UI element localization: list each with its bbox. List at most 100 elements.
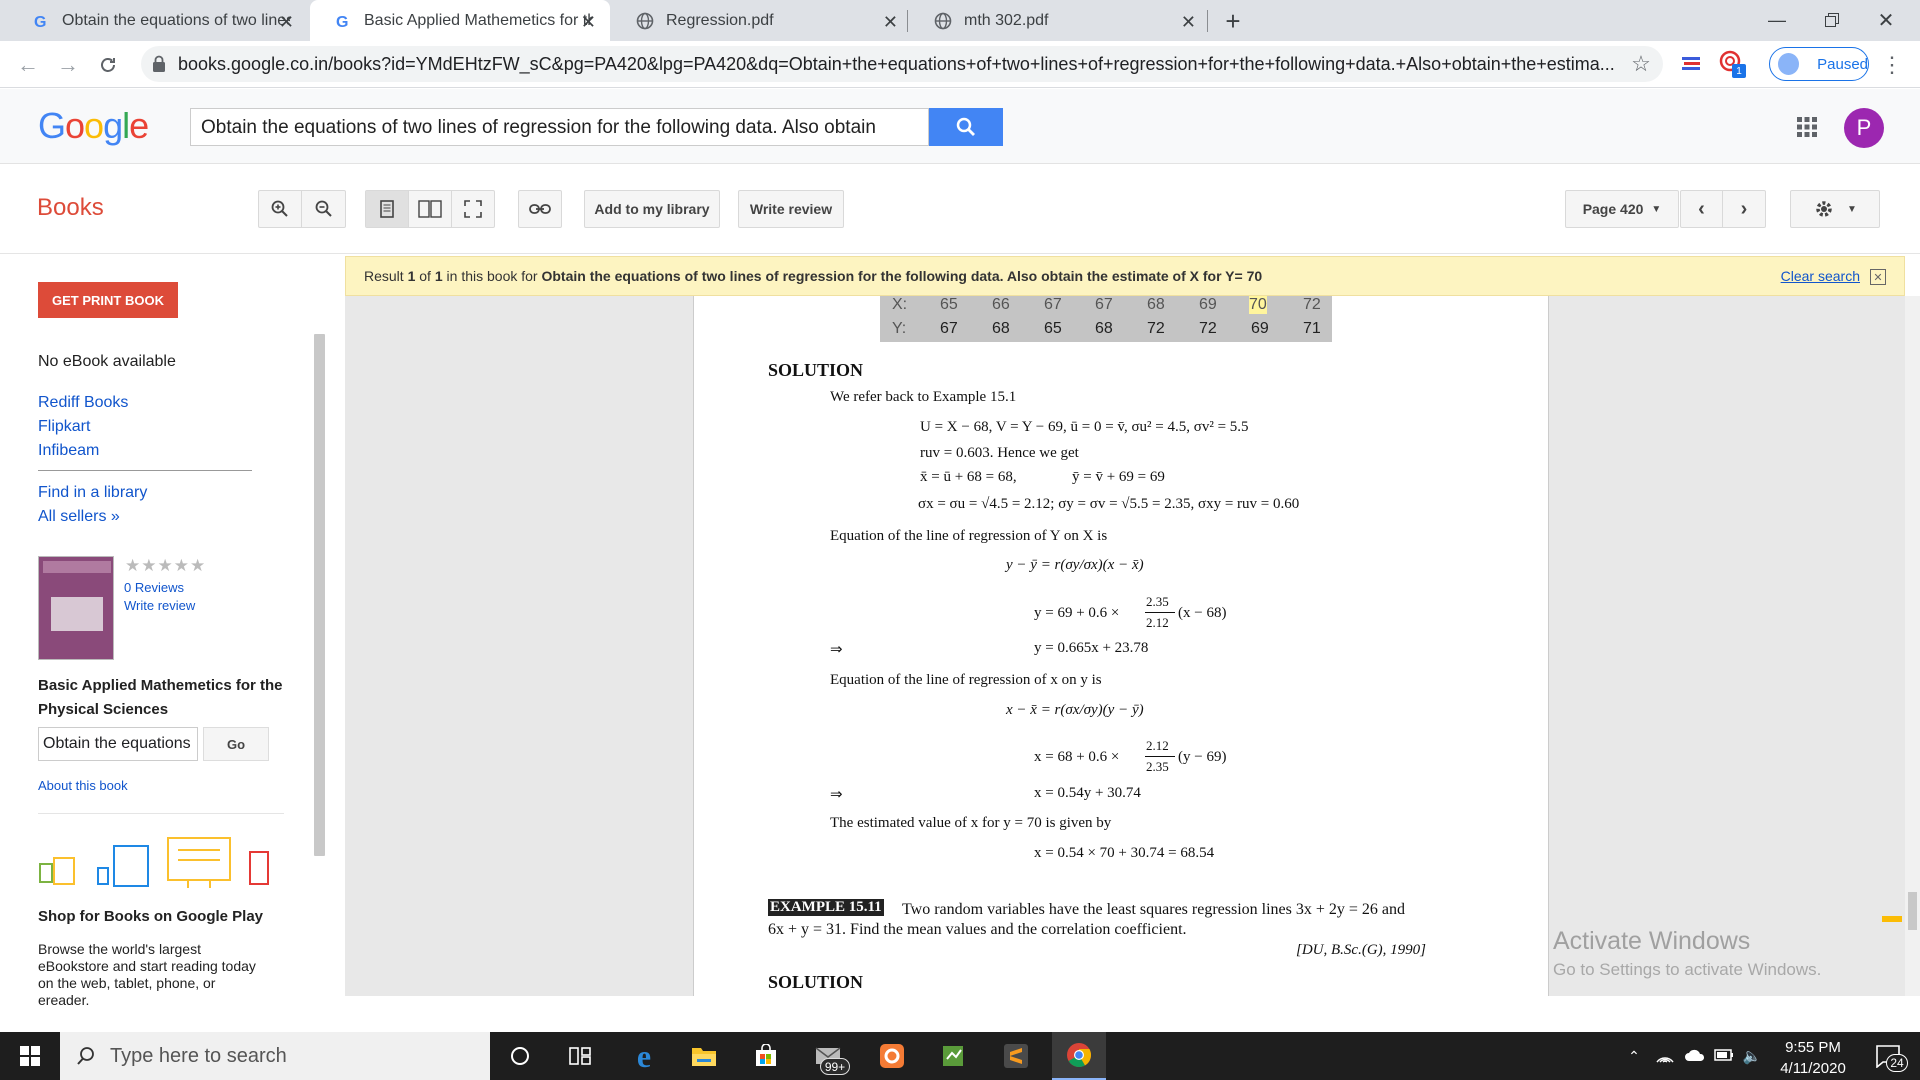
table-x-cell: 68: [1147, 296, 1165, 313]
table-x-cell: 66: [992, 296, 1010, 313]
wifi-icon[interactable]: [1655, 1048, 1675, 1064]
find-library-link[interactable]: Find in a library: [38, 484, 147, 502]
action-center-button[interactable]: 24: [1868, 1036, 1908, 1076]
zoom-in-button[interactable]: [259, 191, 303, 227]
example-label: EXAMPLE 15.11: [768, 899, 884, 916]
apps-grid-icon[interactable]: [1796, 116, 1818, 138]
back-button[interactable]: ←: [14, 51, 42, 79]
browser-tab-strip: G Obtain the equations of two lines ✕ G …: [0, 0, 1920, 41]
previous-page-button[interactable]: ‹: [1681, 191, 1724, 227]
start-button[interactable]: [0, 1032, 60, 1080]
gear-icon: [1816, 201, 1832, 217]
close-window-button[interactable]: ✕: [1866, 4, 1906, 36]
books-label[interactable]: Books: [37, 194, 104, 222]
browser-tab[interactable]: Regression.pdf ✕: [612, 0, 912, 41]
book-title-line2: Physical Sciences: [38, 701, 169, 718]
search-in-book-go-button[interactable]: Go: [203, 727, 269, 761]
task-view-icon: [569, 1047, 591, 1065]
reviews-link[interactable]: 0 Reviews: [124, 580, 184, 595]
seller-link-rediff[interactable]: Rediff Books: [38, 394, 128, 412]
close-banner-icon[interactable]: ✕: [1870, 269, 1886, 285]
seller-link-infibeam[interactable]: Infibeam: [38, 442, 99, 460]
close-tab-icon[interactable]: ✕: [581, 12, 596, 33]
banner-query: Obtain the equations of two lines of reg…: [541, 268, 1263, 284]
close-tab-icon[interactable]: ✕: [883, 12, 898, 33]
taskbar-search-box[interactable]: Type here to search: [60, 1032, 490, 1080]
link-button[interactable]: [518, 190, 562, 228]
microsoft-store-icon[interactable]: [744, 1032, 788, 1080]
close-tab-icon[interactable]: ✕: [1181, 12, 1196, 33]
page-select[interactable]: Page 420 ▼: [1565, 190, 1679, 228]
volume-muted-icon[interactable]: 🔈: [1740, 1032, 1764, 1080]
google-search-button[interactable]: [929, 108, 1003, 146]
google-search-input[interactable]: Obtain the equations of two lines of reg…: [190, 108, 929, 146]
single-page-view-button[interactable]: [366, 191, 409, 227]
clear-search-link[interactable]: Clear search: [1781, 268, 1860, 284]
task-view-button[interactable]: [560, 1032, 600, 1080]
add-to-library-button[interactable]: Add to my library: [584, 190, 720, 228]
more-menu-icon[interactable]: ⋮: [1880, 51, 1904, 79]
taskbar-search-placeholder: Type here to search: [110, 1044, 287, 1067]
fullscreen-button[interactable]: [452, 191, 494, 227]
search-in-book-input[interactable]: Obtain the equations: [38, 727, 198, 761]
browser-tab-active[interactable]: G Basic Applied Mathemetics for th ✕: [310, 0, 610, 41]
taskbar-app[interactable]: [870, 1032, 914, 1080]
profile-paused-button[interactable]: Paused: [1769, 47, 1869, 81]
table-y-cell: 72: [1147, 320, 1165, 337]
reload-icon: [101, 58, 115, 72]
taskbar-app[interactable]: [994, 1032, 1038, 1080]
book-cover-thumbnail[interactable]: [38, 556, 114, 660]
tab-separator: [907, 10, 908, 32]
extension-button[interactable]: 1: [1718, 49, 1748, 79]
google-logo[interactable]: Google: [38, 105, 149, 147]
page-equation: y − ȳ = r(σy/σx)(x − x̄): [1006, 557, 1144, 573]
viewer-scrollbar-thumb[interactable]: [1908, 892, 1917, 930]
account-avatar[interactable]: P: [1844, 108, 1884, 148]
cortana-circle-icon: [511, 1047, 529, 1065]
extension-button[interactable]: [1678, 51, 1704, 77]
mail-app-icon[interactable]: 99+: [806, 1032, 850, 1080]
all-sellers-link[interactable]: All sellers »: [38, 508, 120, 526]
battery-icon[interactable]: [1714, 1049, 1734, 1061]
show-hidden-icons-chevron-icon[interactable]: ⌃: [1622, 1032, 1646, 1080]
store-bag-icon: [756, 1044, 776, 1066]
get-print-book-button[interactable]: GET PRINT BOOK: [38, 282, 178, 318]
zoom-out-button[interactable]: [302, 191, 345, 227]
reload-button[interactable]: [94, 51, 122, 79]
implies-symbol: ⇒: [830, 787, 843, 803]
page-equation: x = 0.54 × 70 + 30.74 = 68.54: [1034, 845, 1215, 861]
close-tab-icon[interactable]: ✕: [279, 12, 294, 33]
google-g-icon: G: [34, 14, 46, 30]
table-y-cell: 68: [992, 320, 1010, 337]
reading-list-icon: [1682, 57, 1700, 70]
bookmark-star-icon[interactable]: ☆: [1628, 51, 1654, 77]
activate-windows-subtitle: Go to Settings to activate Windows.: [1553, 960, 1822, 979]
lock-icon[interactable]: [152, 55, 166, 73]
page-label: Page 420: [1582, 201, 1644, 217]
about-book-link[interactable]: About this book: [38, 778, 128, 793]
minimize-button[interactable]: —: [1757, 4, 1797, 36]
viewer-scrollbar[interactable]: [1905, 296, 1920, 996]
page-text-line: Two random variables have the least squa…: [902, 901, 1406, 918]
chrome-taskbar-button[interactable]: [1052, 1032, 1106, 1080]
forward-button[interactable]: →: [54, 51, 82, 79]
browser-tab[interactable]: mth 302.pdf ✕: [910, 0, 1210, 41]
next-page-button[interactable]: ›: [1723, 191, 1765, 227]
file-explorer-icon[interactable]: [682, 1032, 726, 1080]
new-tab-button[interactable]: +: [1218, 6, 1248, 36]
write-review-button[interactable]: Write review: [738, 190, 844, 228]
onedrive-cloud-icon[interactable]: [1684, 1048, 1706, 1062]
two-page-view-button[interactable]: [409, 191, 452, 227]
no-ebook-text: No eBook available: [38, 353, 176, 370]
settings-button[interactable]: ▼: [1790, 190, 1880, 228]
restore-button[interactable]: [1812, 4, 1852, 36]
seller-link-flipkart[interactable]: Flipkart: [38, 418, 90, 436]
sidebar-scrollbar[interactable]: [314, 334, 325, 856]
cortana-button[interactable]: [500, 1032, 540, 1080]
taskbar-clock[interactable]: 9:55 PM 4/11/2020: [1765, 1037, 1861, 1079]
taskbar-app[interactable]: [932, 1032, 976, 1080]
write-review-link[interactable]: Write review: [124, 598, 195, 613]
browser-tab[interactable]: G Obtain the equations of two lines ✕: [8, 0, 308, 41]
edge-browser-icon[interactable]: e: [622, 1032, 666, 1080]
table-y-cell: 65: [1044, 320, 1062, 337]
